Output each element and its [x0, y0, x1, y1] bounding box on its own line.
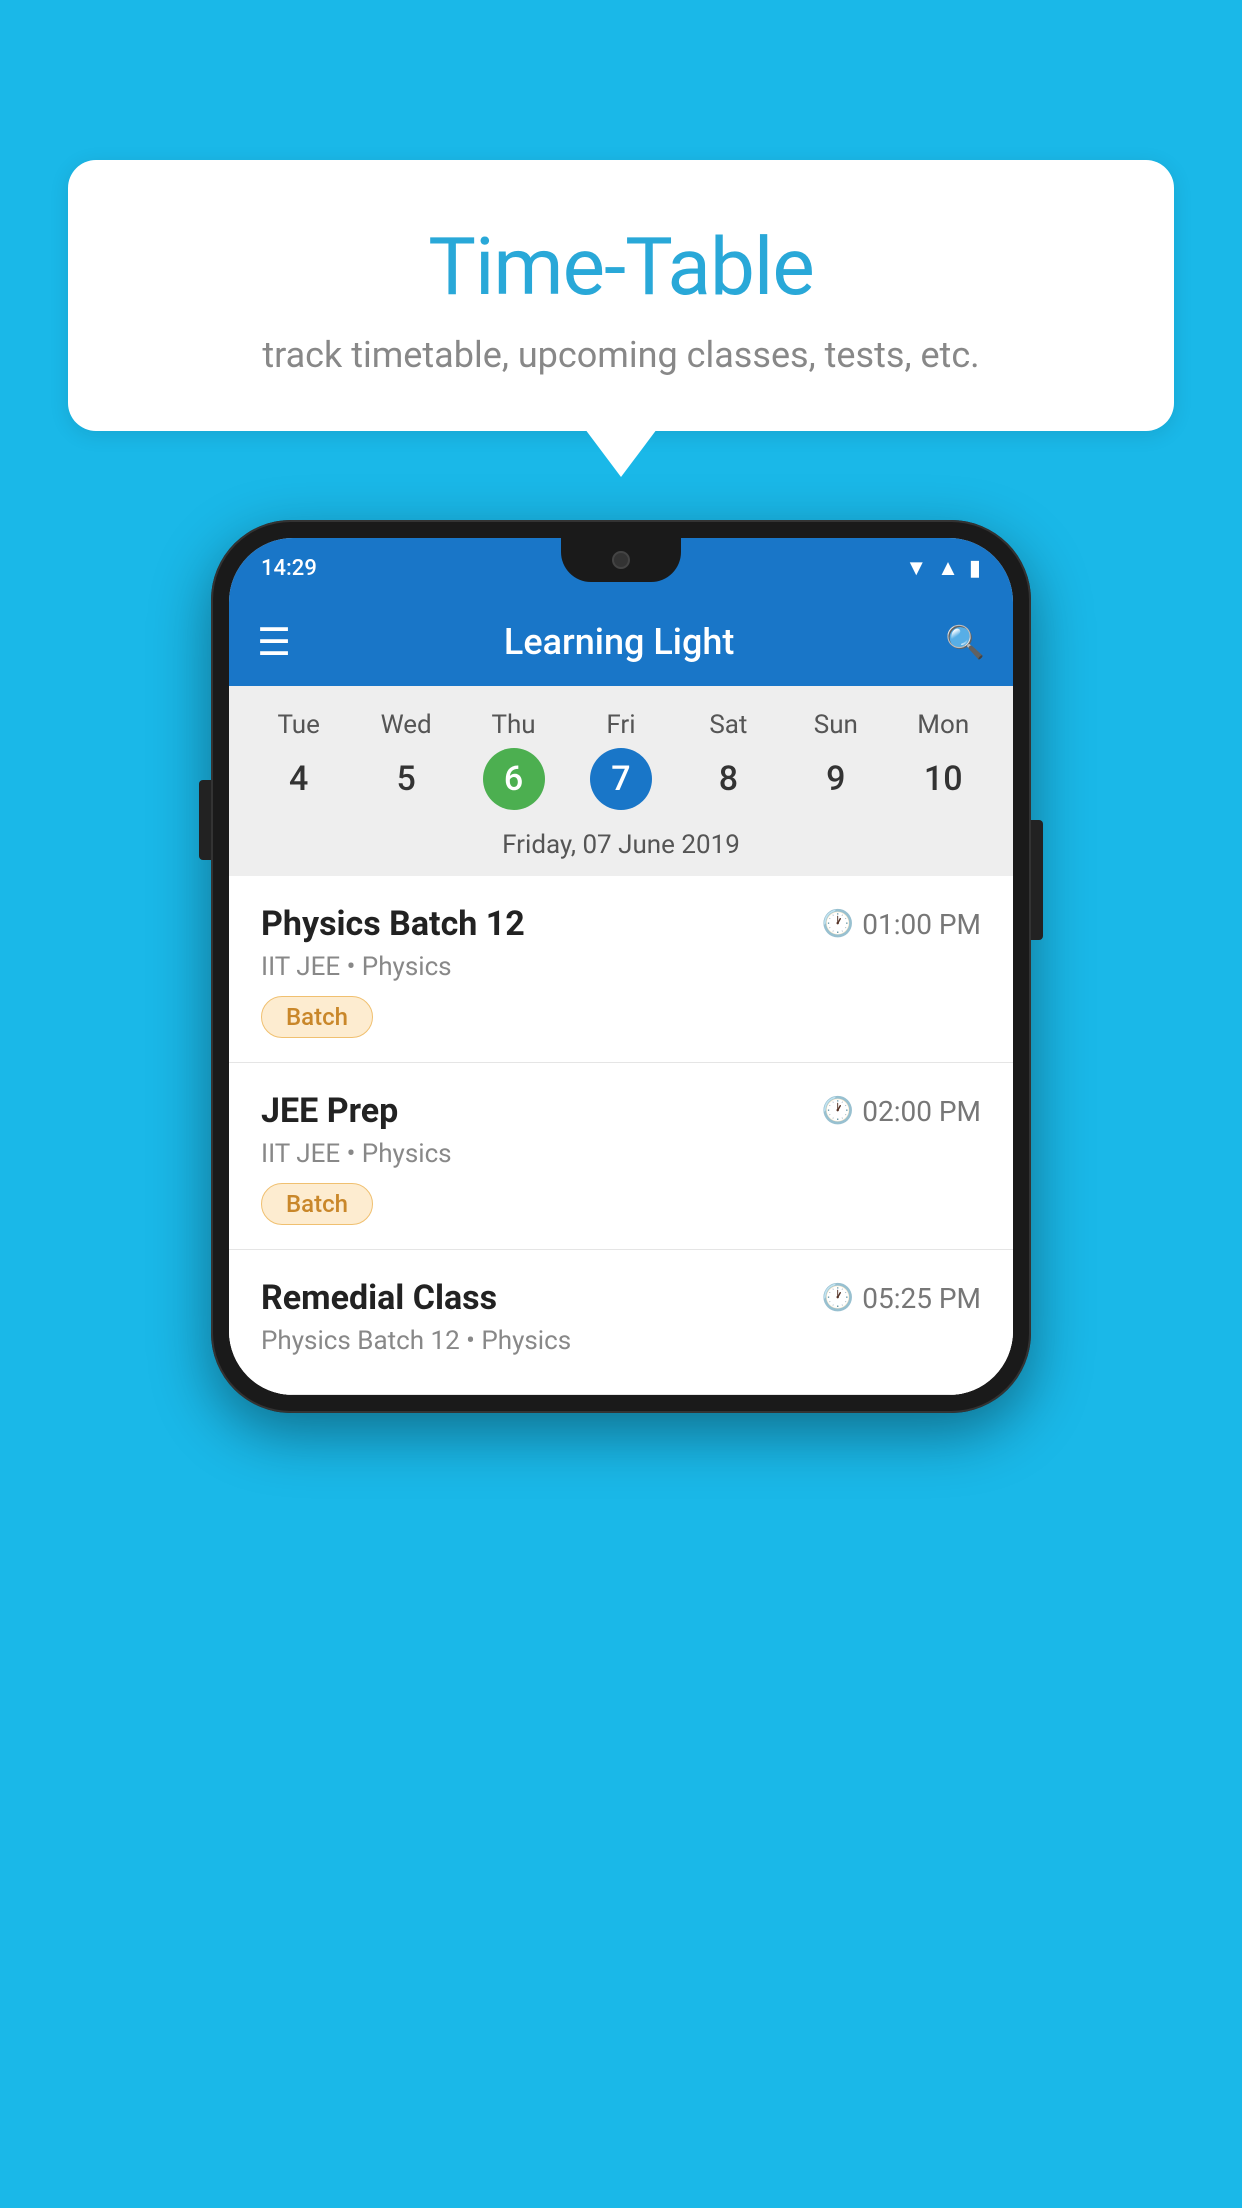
bubble-title: Time-Table: [118, 220, 1124, 314]
batch-badge: Batch: [261, 1183, 373, 1225]
schedule-title: JEE Prep: [261, 1091, 398, 1131]
phone-inner: 14:29 ▼ ▲ ▮ ☰ Learning Light 🔍: [229, 538, 1013, 1395]
day-col[interactable]: Thu 6: [460, 710, 567, 810]
schedule-list: Physics Batch 12 🕐 01:00 PM IIT JEE • Phys…: [229, 876, 1013, 1395]
schedule-subtitle: IIT JEE • Physics: [261, 1139, 981, 1169]
days-row: Tue 4 Wed 5 Thu 6 Fri 7 Sat 8 Sun 9 Mon 10: [229, 702, 1013, 818]
status-bar: 14:29 ▼ ▲ ▮: [229, 538, 1013, 598]
status-time: 14:29: [261, 556, 317, 581]
menu-icon[interactable]: ☰: [257, 620, 293, 665]
schedule-item[interactable]: JEE Prep 🕐 02:00 PM IIT JEE • Physics Batch: [229, 1063, 1013, 1250]
day-col[interactable]: Tue 4: [245, 710, 352, 810]
status-icons: ▼ ▲ ▮: [905, 555, 981, 581]
day-number[interactable]: 8: [697, 748, 759, 810]
clock-icon: 🕐: [822, 1283, 854, 1313]
wifi-icon: ▼: [905, 555, 927, 581]
schedule-item[interactable]: Physics Batch 12 🕐 01:00 PM IIT JEE • Phys…: [229, 876, 1013, 1063]
notch: [561, 538, 681, 582]
day-number[interactable]: 4: [268, 748, 330, 810]
day-number[interactable]: 5: [375, 748, 437, 810]
phone-mockup: 14:29 ▼ ▲ ▮ ☰ Learning Light 🔍: [211, 520, 1031, 1413]
schedule-subtitle: Physics Batch 12 • Physics: [261, 1326, 981, 1356]
day-label: Wed: [381, 710, 432, 740]
day-col[interactable]: Wed 5: [352, 710, 459, 810]
day-col[interactable]: Mon 10: [890, 710, 997, 810]
day-number[interactable]: 10: [912, 748, 974, 810]
day-label: Sun: [814, 710, 858, 740]
schedule-title: Physics Batch 12: [261, 904, 525, 944]
day-col[interactable]: Sun 9: [782, 710, 889, 810]
day-label: Thu: [491, 710, 535, 740]
camera: [612, 551, 630, 569]
day-number[interactable]: 9: [805, 748, 867, 810]
app-toolbar: ☰ Learning Light 🔍: [229, 598, 1013, 686]
schedule-time: 🕐 02:00 PM: [822, 1095, 981, 1128]
batch-badge: Batch: [261, 996, 373, 1038]
schedule-subtitle: IIT JEE • Physics: [261, 952, 981, 982]
day-number[interactable]: 7: [590, 748, 652, 810]
signal-icon: ▲: [937, 555, 959, 581]
day-label: Sat: [709, 710, 747, 740]
schedule-time: 🕐 05:25 PM: [822, 1282, 981, 1315]
speech-bubble: Time-Table track timetable, upcoming cla…: [68, 160, 1174, 431]
battery-icon: ▮: [969, 556, 981, 581]
bubble-subtitle: track timetable, upcoming classes, tests…: [118, 334, 1124, 376]
schedule-time: 🕐 01:00 PM: [822, 908, 981, 941]
clock-icon: 🕐: [822, 909, 854, 939]
phone-outer: 14:29 ▼ ▲ ▮ ☰ Learning Light 🔍: [211, 520, 1031, 1413]
day-label: Fri: [606, 710, 635, 740]
speech-bubble-container: Time-Table track timetable, upcoming cla…: [68, 160, 1174, 431]
day-label: Tue: [277, 710, 319, 740]
day-col[interactable]: Sat 8: [675, 710, 782, 810]
clock-icon: 🕐: [822, 1096, 854, 1126]
search-icon[interactable]: 🔍: [945, 623, 985, 661]
selected-date-label: Friday, 07 June 2019: [229, 818, 1013, 876]
toolbar-title: Learning Light: [317, 621, 921, 663]
schedule-item[interactable]: Remedial Class 🕐 05:25 PM Physics Batch 12…: [229, 1250, 1013, 1395]
day-number[interactable]: 6: [483, 748, 545, 810]
day-label: Mon: [917, 710, 969, 740]
day-col[interactable]: Fri 7: [567, 710, 674, 810]
calendar-section: Tue 4 Wed 5 Thu 6 Fri 7 Sat 8 Sun 9 Mon 10 Friday, 07…: [229, 686, 1013, 876]
schedule-title: Remedial Class: [261, 1278, 497, 1318]
